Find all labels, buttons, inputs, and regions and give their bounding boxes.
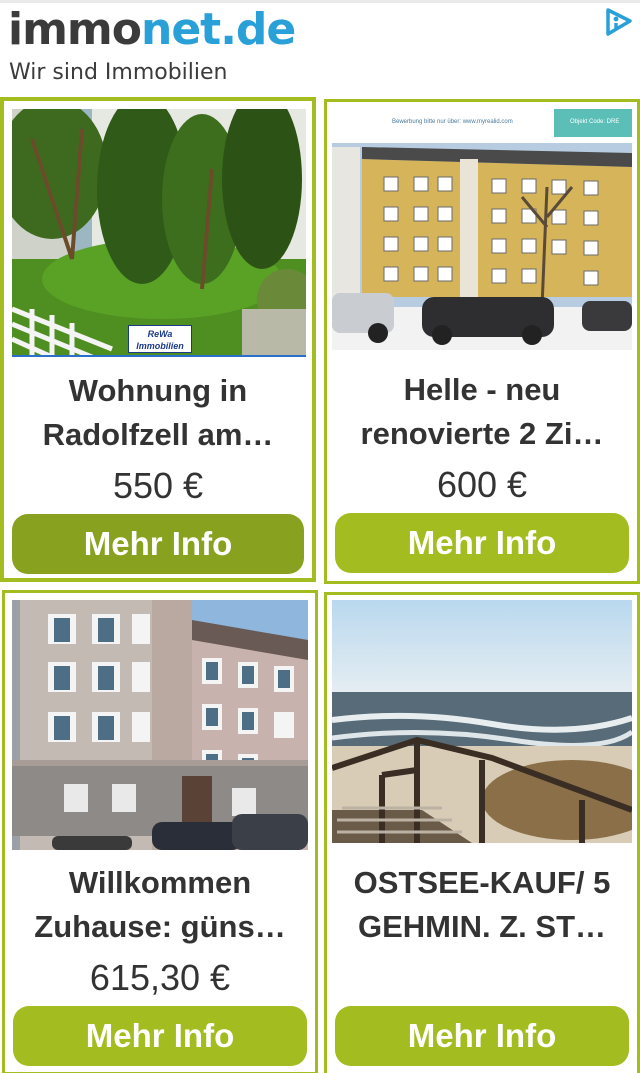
mehr-info-button[interactable]: Mehr Info xyxy=(335,1006,629,1066)
rewa-logo: ReWa Immobilien xyxy=(128,325,192,353)
listing-title-line-1: Wohnung in xyxy=(68,373,248,408)
logo-text-net: net.de xyxy=(141,4,296,55)
listing-title-line-2: GEHMIN. Z. ST… xyxy=(358,909,606,944)
listing-card-2[interactable]: Bewerbung bitte nur über: www.myrealid.c… xyxy=(324,99,640,584)
listing-image-apartment-building[interactable]: Bewerbung bitte nur über: www.myrealid.c… xyxy=(332,107,632,350)
listing-card-4[interactable]: OSTSEE-KAUF/ 5 GEHMIN. Z. ST… Mehr Info xyxy=(324,592,640,1073)
listing-title-line-2: Zuhause: güns… xyxy=(34,909,286,944)
listing-price: 550 € xyxy=(112,465,204,506)
immonet-logo[interactable]: immonet.de xyxy=(8,8,296,52)
listing-title[interactable]: OSTSEE-KAUF/ 5 GEHMIN. Z. ST… xyxy=(331,861,633,949)
mehr-info-button[interactable]: Mehr Info xyxy=(12,514,304,574)
listing-title-line-1: Willkommen xyxy=(68,865,252,900)
listing-title[interactable]: Helle - neu renovierte 2 Zi… xyxy=(331,368,633,456)
header: immonet.de Wir sind Immobilien xyxy=(0,0,640,96)
listing-card-3[interactable]: Willkommen Zuhause: güns… 615,30 € Mehr … xyxy=(2,590,318,1073)
logo-text-immo: immo xyxy=(8,4,142,55)
mehr-info-button[interactable]: Mehr Info xyxy=(335,513,629,573)
listing-title-line-2: Radolfzell am… xyxy=(42,417,274,452)
listing-image-beach-stairs[interactable] xyxy=(332,600,632,843)
listing-image-garden[interactable]: ReWa Immobilien xyxy=(12,109,306,357)
listing-title-line-1: Helle - neu xyxy=(403,372,561,407)
image-banner-text: Bewerbung bitte nur über: www.myrealid.c… xyxy=(392,119,513,125)
listing-title-line-2: renovierte 2 Zi… xyxy=(360,416,604,451)
image-object-code: Objekt Code: DRE xyxy=(570,119,620,125)
listing-title[interactable]: Wohnung in Radolfzell am… xyxy=(8,369,308,457)
mehr-info-button[interactable]: Mehr Info xyxy=(13,1006,307,1066)
listing-title[interactable]: Willkommen Zuhause: güns… xyxy=(9,861,311,949)
listing-title-line-1: OSTSEE-KAUF/ 5 xyxy=(353,865,611,900)
listing-image-old-building[interactable] xyxy=(12,600,308,850)
listing-price: 615,30 € xyxy=(89,957,231,998)
listing-card-1[interactable]: ReWa Immobilien Wohnung in Radolfzell am… xyxy=(0,97,316,582)
tagline: Wir sind Immobilien xyxy=(9,60,228,85)
adchoices-icon[interactable] xyxy=(600,4,636,40)
listing-price: 600 € xyxy=(436,464,528,505)
top-divider xyxy=(0,0,640,3)
